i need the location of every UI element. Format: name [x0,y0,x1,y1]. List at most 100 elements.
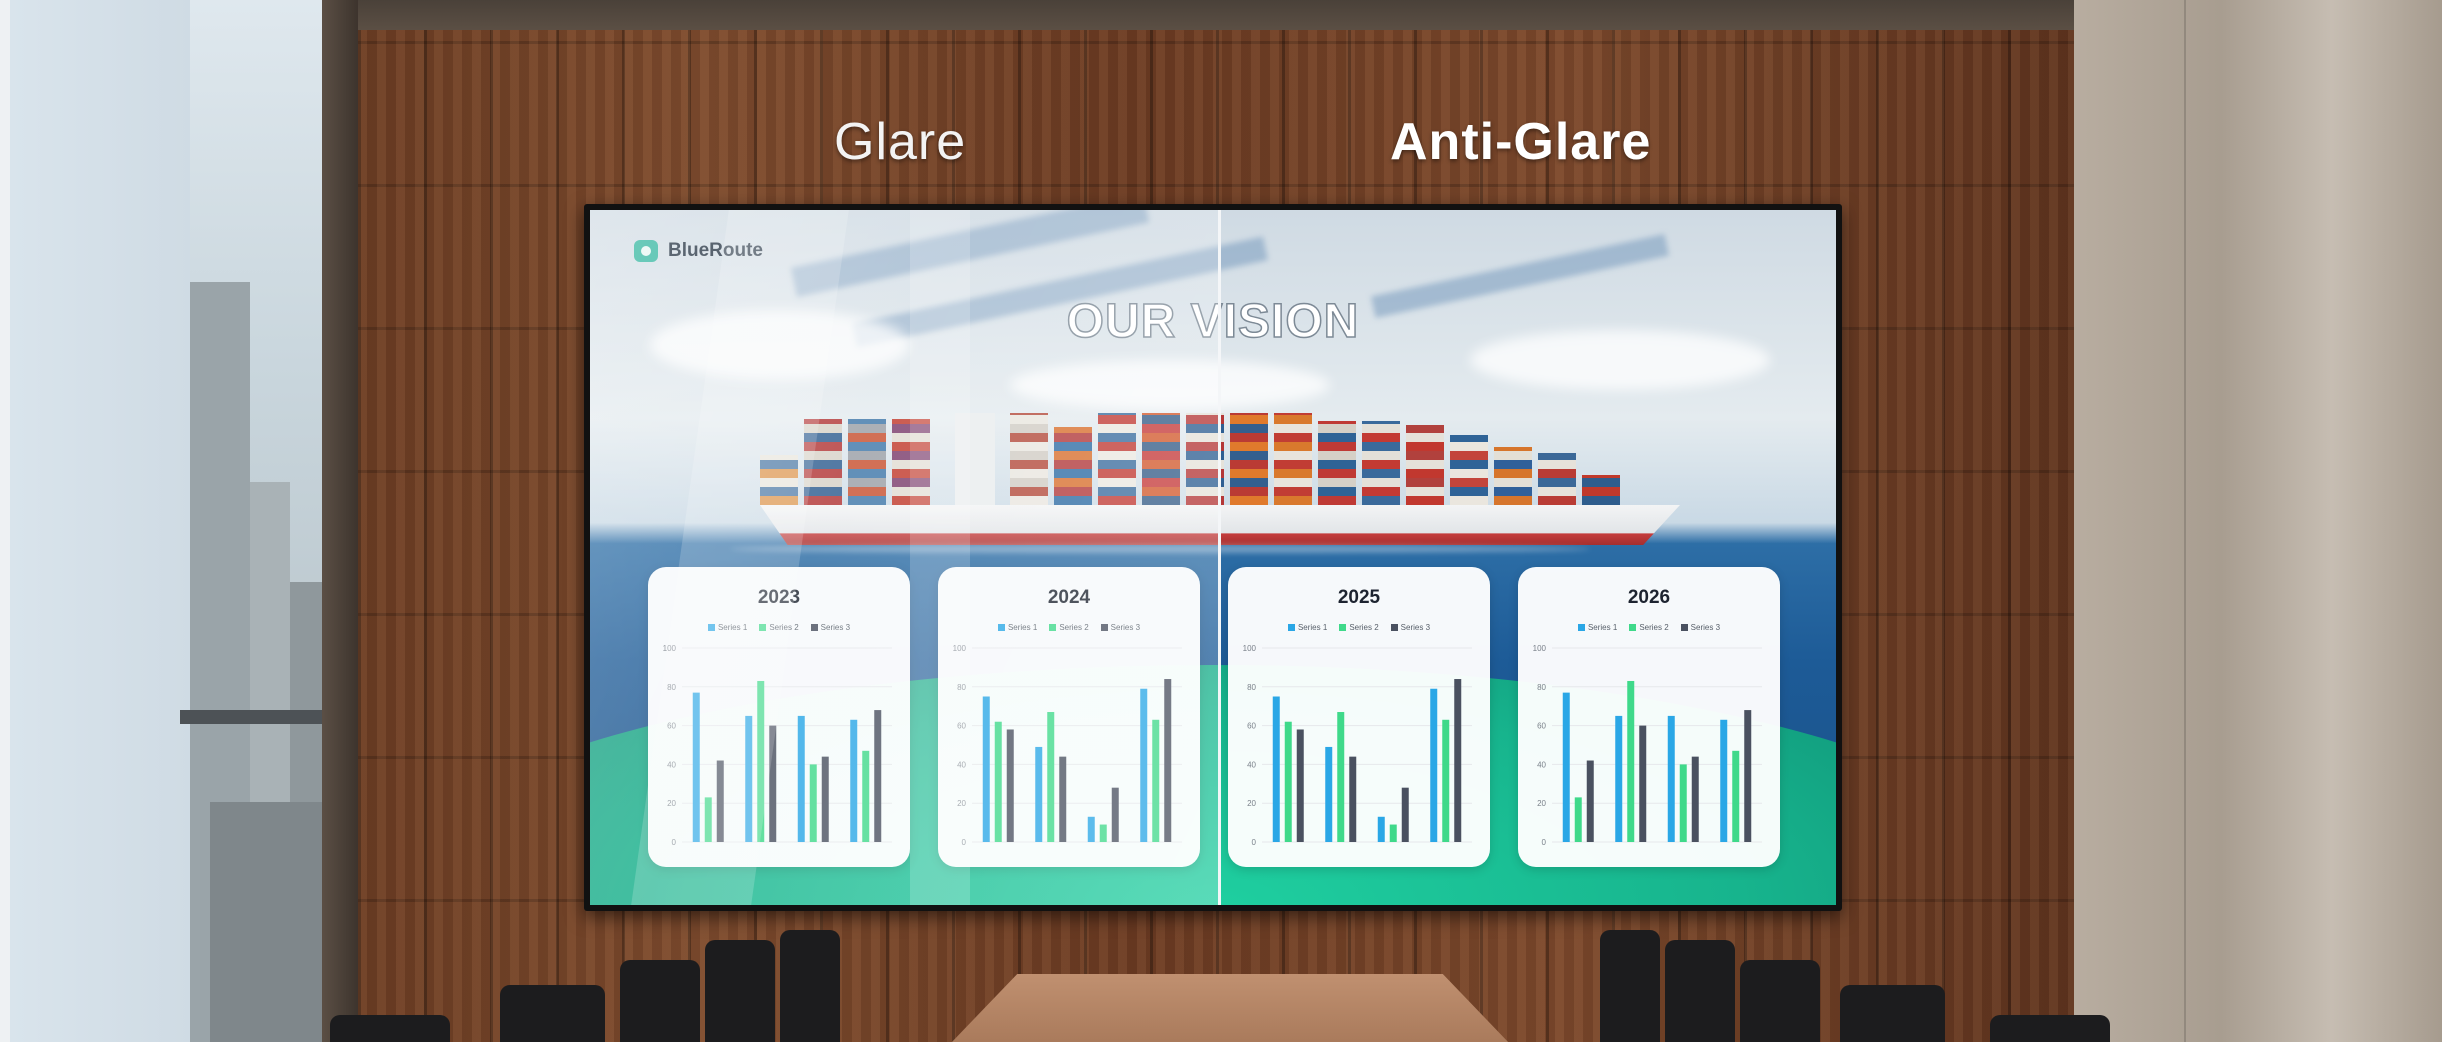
office-chair [705,940,775,1042]
chart-bar [757,680,765,842]
chart-title: 2024 [1047,587,1091,608]
chart-bar [1574,797,1582,842]
chart-bar [821,756,829,842]
chart-bar [692,692,700,842]
chart-legend: Series 1 Series 2 Series 3 [938,623,1200,632]
chart-bar [1296,729,1304,842]
window-frame [322,0,358,1042]
chart-bar [1099,824,1107,842]
chart-legend: Series 1 Series 2 Series 3 [1518,623,1780,632]
legend-item: Series 3 [1390,623,1430,632]
right-wall [2074,0,2442,1042]
anti-glare-label: Anti-Glare [1390,113,1652,171]
y-tick-label: 0 [1252,838,1257,847]
chart-bar [1087,816,1095,842]
office-chair [780,930,840,1042]
legend-item: Series 2 [1629,623,1669,632]
chart-bar [1615,715,1623,842]
left-wall [0,0,10,1042]
y-tick-label: 40 [957,760,966,769]
window-rail [180,710,330,724]
chart-bar [797,715,805,842]
chart-bar [1744,710,1752,842]
y-tick-label: 0 [1542,838,1547,847]
bar-chart: 100 80 60 40 20 0 [953,644,1182,847]
y-tick-label: 20 [667,799,676,808]
y-tick-label: 80 [1537,683,1546,692]
chart-bar [1586,760,1594,842]
brand-logo: BlueRoute [634,240,763,262]
brand-icon [634,240,658,262]
legend-item: Series 3 [1100,623,1140,632]
conference-room-scene: Glare Anti-Glare BlueRoute OUR VISION 20… [0,0,2442,1042]
y-tick-label: 80 [667,683,676,692]
office-chair [1600,930,1660,1042]
chart-bar [1164,679,1172,842]
y-tick-label: 100 [1243,644,1257,653]
chart-legend: Series 1 Series 2 Series 3 [1228,623,1490,632]
bar-chart: 100 80 60 40 20 0 [663,644,892,847]
slide-headline: OUR VISION [1066,294,1360,349]
chart-bar [1006,729,1014,842]
city-window [10,0,330,1042]
y-tick-label: 100 [953,644,967,653]
chart-bar [1720,719,1728,842]
y-tick-label: 40 [1537,760,1546,769]
bar-chart: 100 80 60 40 20 0 [1243,644,1472,847]
chart-title: 2026 [1627,587,1671,608]
chart-bar [1691,756,1699,842]
chart-bar [850,719,858,842]
chart-bar [1627,680,1635,842]
y-tick-label: 20 [957,799,966,808]
y-tick-label: 60 [1247,722,1256,731]
legend-item: Series 1 [707,623,747,632]
chart-bar [1732,750,1740,842]
container-ship [760,385,1720,545]
y-tick-label: 80 [1247,683,1256,692]
chart-bar [1059,756,1067,842]
chart-title: 2025 [1337,587,1381,608]
bar-chart: 100 80 60 40 20 0 [1533,644,1762,847]
y-tick-label: 100 [663,644,677,653]
chart-bar [745,715,753,842]
chart-card-2024: 2024 Series 1 Series 2 Series 3 100 80 60 4… [938,567,1200,867]
chart-bar [982,696,990,842]
chart-bar [1389,824,1397,842]
brand-name: BlueRoute [668,240,763,261]
y-tick-label: 100 [1533,644,1547,653]
comparison-divider [1218,210,1221,905]
chart-bar [1401,787,1409,842]
office-chair [1840,985,1945,1042]
chart-bar [1349,756,1357,842]
y-tick-label: 0 [962,838,967,847]
chart-bar [1035,746,1043,842]
chart-title: 2023 [757,587,801,608]
legend-item: Series 1 [1287,623,1327,632]
legend-item: Series 1 [1577,623,1617,632]
chart-bar [1284,721,1292,842]
chart-bar [1337,712,1345,842]
office-chair [330,1015,450,1042]
legend-item: Series 2 [759,623,799,632]
legend-item: Series 2 [1049,623,1089,632]
chart-bar [1272,696,1280,842]
chart-bar [1047,712,1055,842]
ship-bridge [955,413,995,505]
chart-bar [862,750,870,842]
y-tick-label: 20 [1247,799,1256,808]
presentation-slide: BlueRoute OUR VISION 2023 Series 1 Serie… [590,210,1836,905]
chart-bar [769,725,777,842]
chart-bar [994,721,1002,842]
chart-bar [1140,688,1148,842]
y-tick-label: 20 [1537,799,1546,808]
chart-bar [809,764,817,842]
chart-card-2025: 2025 Series 1 Series 2 Series 3 100 80 60 4… [1228,567,1490,867]
y-tick-label: 0 [672,838,677,847]
chart-bar [1325,746,1333,842]
y-tick-label: 80 [957,683,966,692]
legend-item: Series 3 [1680,623,1720,632]
chart-bar [1430,688,1438,842]
conference-table [950,974,1510,1042]
y-tick-label: 40 [1247,760,1256,769]
chart-bar [1667,715,1675,842]
